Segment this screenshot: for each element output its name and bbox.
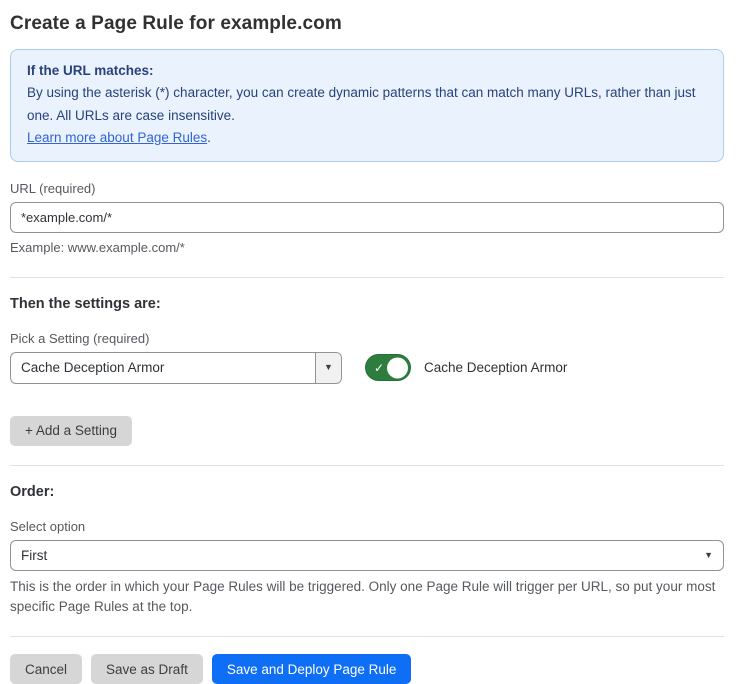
cancel-button[interactable]: Cancel bbox=[10, 654, 82, 684]
info-box-heading: If the URL matches: bbox=[27, 60, 707, 82]
order-section-heading: Order: bbox=[10, 484, 724, 500]
url-helper-text: Example: www.example.com/* bbox=[10, 239, 724, 258]
toggle-knob bbox=[387, 357, 408, 378]
add-setting-button[interactable]: + Add a Setting bbox=[10, 416, 132, 446]
link-suffix: . bbox=[207, 130, 211, 145]
info-box-link-line: Learn more about Page Rules. bbox=[27, 127, 707, 149]
learn-more-link[interactable]: Learn more about Page Rules bbox=[27, 130, 207, 145]
settings-section-heading: Then the settings are: bbox=[10, 296, 724, 312]
divider bbox=[10, 465, 724, 466]
order-helper-text: This is the order in which your Page Rul… bbox=[10, 577, 724, 618]
chevron-down-icon: ▼ bbox=[324, 363, 333, 372]
setting-select-value: Cache Deception Armor bbox=[11, 353, 315, 383]
chevron-down-icon: ▼ bbox=[704, 551, 713, 560]
divider bbox=[10, 277, 724, 278]
save-as-draft-button[interactable]: Save as Draft bbox=[91, 654, 203, 684]
setting-toggle-label: Cache Deception Armor bbox=[424, 360, 567, 375]
setting-picker-label: Pick a Setting (required) bbox=[10, 331, 724, 346]
setting-row: Cache Deception Armor ▼ ✓ Cache Deceptio… bbox=[10, 352, 724, 384]
page-rule-form: Create a Page Rule for example.com If th… bbox=[0, 0, 750, 684]
setting-select[interactable]: Cache Deception Armor ▼ bbox=[10, 352, 342, 384]
url-input[interactable] bbox=[10, 202, 724, 233]
url-match-info-box: If the URL matches: By using the asteris… bbox=[10, 49, 724, 162]
setting-toggle[interactable]: ✓ bbox=[365, 354, 411, 381]
check-icon: ✓ bbox=[374, 361, 384, 375]
setting-select-arrow-button[interactable]: ▼ bbox=[315, 353, 341, 383]
url-label: URL (required) bbox=[10, 181, 724, 196]
order-select[interactable]: First ▼ bbox=[10, 540, 724, 571]
order-select-label: Select option bbox=[10, 519, 724, 534]
info-box-body: By using the asterisk (*) character, you… bbox=[27, 82, 707, 127]
page-title: Create a Page Rule for example.com bbox=[10, 13, 724, 35]
order-select-value: First bbox=[21, 548, 47, 563]
save-and-deploy-button[interactable]: Save and Deploy Page Rule bbox=[212, 654, 412, 684]
form-actions: Cancel Save as Draft Save and Deploy Pag… bbox=[10, 654, 724, 684]
divider bbox=[10, 636, 724, 637]
